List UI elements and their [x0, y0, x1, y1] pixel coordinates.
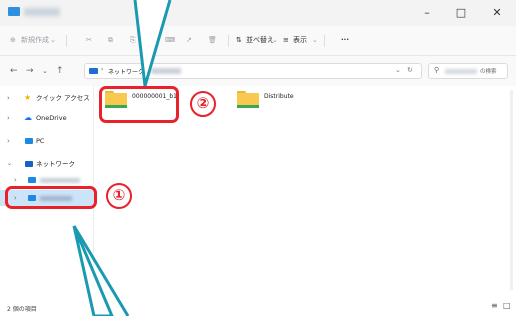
search-scope-redacted — [445, 69, 477, 74]
recent-dropdown-icon[interactable]: ⌄ — [42, 65, 48, 77]
close-button[interactable]: ✕ — [480, 0, 514, 26]
forward-button[interactable]: → — [26, 65, 34, 77]
expand-chevron-icon[interactable]: › — [7, 133, 10, 149]
more-options-button[interactable]: ··· — [341, 34, 349, 46]
search-input[interactable]: ⚲ の検索 — [428, 63, 508, 79]
computer-name-redacted — [40, 178, 80, 183]
explorer-app-icon — [8, 7, 20, 16]
folder-icon[interactable] — [237, 91, 259, 108]
sidebar-item-pc[interactable]: › PC — [0, 133, 94, 149]
copy-icon[interactable]: ⧉ — [108, 34, 113, 46]
monitor-icon — [25, 138, 33, 144]
view-dropdown-icon[interactable]: ⌄ — [312, 34, 318, 46]
details-view-icon[interactable]: ≡ — [491, 301, 498, 310]
new-button[interactable]: 新規作成 — [21, 34, 49, 46]
rename-icon[interactable]: ⌨ — [165, 34, 175, 46]
cloud-icon: ☁ — [24, 113, 32, 122]
back-button[interactable]: ← — [10, 65, 18, 77]
star-icon: ★ — [24, 93, 32, 102]
breadcrumb-chevron: › — [101, 66, 104, 73]
window-title-redacted — [24, 8, 60, 16]
expand-chevron-icon[interactable]: › — [7, 110, 10, 126]
item-count: 2 個の項目 — [7, 306, 37, 313]
search-icon: ⚲ — [434, 66, 440, 74]
vertical-scrollbar[interactable] — [510, 90, 513, 290]
sidebar-item-quick-access[interactable]: › ★ クイック アクセス — [0, 90, 94, 106]
view-button[interactable]: 表示 — [293, 34, 307, 46]
sort-icon: ⇅ — [236, 36, 242, 44]
address-bar[interactable]: › ネットワーク › ⌄ ↻ — [84, 63, 422, 79]
highlight-box-folder — [99, 86, 179, 123]
search-placeholder: の検索 — [480, 69, 497, 75]
sort-button[interactable]: 並べ替え — [246, 34, 274, 46]
delete-icon[interactable]: 🗑 — [208, 34, 217, 46]
sidebar-item-label: PC — [36, 137, 45, 145]
file-explorer-window: – □ ✕ ⊕ 新規作成 ⌄ ✂ ⧉ ⎘ ⌨ ↗ 🗑 ⇅ 並べ替え ⌄ ≡ 表示… — [0, 0, 516, 316]
status-bar: 2 個の項目 ≡ □ — [0, 298, 516, 316]
network-address-icon — [89, 68, 98, 74]
new-dropdown-icon[interactable]: ⌄ — [50, 34, 56, 46]
minimize-button[interactable]: – — [410, 0, 444, 26]
folder-name-distribute[interactable]: Distribute — [264, 92, 294, 102]
view-icon: ≡ — [283, 36, 289, 44]
network-icon — [25, 161, 33, 167]
collapse-chevron-icon[interactable]: ⌄ — [7, 156, 12, 172]
expand-chevron-icon[interactable]: › — [7, 90, 10, 106]
refresh-icon[interactable]: ↻ — [407, 66, 413, 74]
command-bar: ⊕ 新規作成 ⌄ ✂ ⧉ ⎘ ⌨ ↗ 🗑 ⇅ 並べ替え ⌄ ≡ 表示 ⌄ ··· — [0, 26, 516, 56]
sort-dropdown-icon[interactable]: ⌄ — [272, 34, 278, 46]
highlight-box-computer — [5, 186, 97, 209]
breadcrumb-redacted[interactable] — [151, 68, 181, 74]
paste-icon[interactable]: ⎘ — [130, 34, 136, 46]
annotation-number-two: ② — [190, 91, 216, 117]
sidebar-item-onedrive[interactable]: › ☁ OneDrive — [0, 110, 94, 126]
sidebar-item-label: OneDrive — [36, 114, 67, 122]
breadcrumb-chevron-2: › — [143, 66, 146, 73]
computer-icon — [28, 177, 36, 183]
up-button[interactable]: ↑ — [56, 65, 64, 77]
maximize-button[interactable]: □ — [444, 0, 478, 26]
breadcrumb-network[interactable]: ネットワーク — [108, 67, 144, 76]
large-icons-view-icon[interactable]: □ — [503, 301, 511, 310]
cut-icon[interactable]: ✂ — [86, 34, 92, 46]
sidebar-item-label: ネットワーク — [36, 160, 75, 168]
title-bar: – □ ✕ — [0, 0, 516, 26]
address-dropdown-icon[interactable]: ⌄ — [395, 66, 401, 74]
sidebar-item-network[interactable]: ⌄ ネットワーク — [0, 156, 94, 172]
share-icon[interactable]: ↗ — [186, 34, 192, 46]
new-icon: ⊕ — [10, 36, 16, 44]
annotation-number-one: ① — [106, 183, 132, 209]
sidebar-item-label: クイック アクセス — [36, 94, 90, 102]
